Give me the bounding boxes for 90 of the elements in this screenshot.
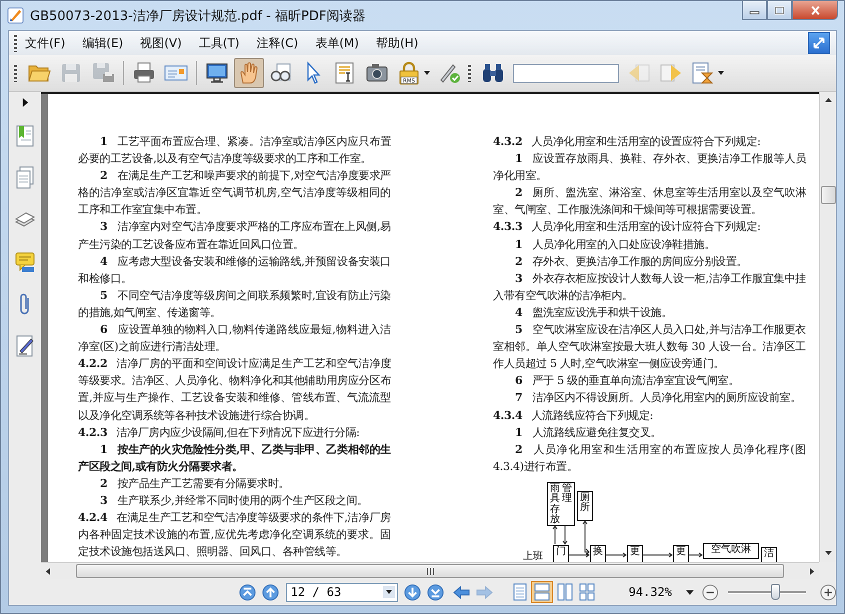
paragraph: 2 厕所、盥洗室、淋浴室、休息室等生活用室以及空气吹淋室、气闸室、工作服洗涤间和干燥间等可根据需要设置。 (493, 185, 806, 218)
paragraph: 5 空气吹淋室应设在洁净区人员入口处,并与洁净工作服更衣室相邻。单人空气吹淋室按最大班人数每 30 人设一台。洁净区工作人员超过 5 人时,空气吹淋室一侧应设旁通门。 (493, 322, 806, 372)
menu-item[interactable]: 表单(M) (313, 34, 361, 52)
paragraph: 4.2.3 洁净厂房内应少设隔间,但在下列情况下应进行分隔: (78, 424, 361, 441)
scroll-right-icon[interactable] (810, 568, 815, 574)
diagram-box: 更 (627, 544, 643, 562)
paragraph: 4.3.2 人员净化用室和生活用室的设置应符合下列规定: (493, 134, 762, 150)
paragraph: 6 严于 5 级的垂直单向流洁净室宜设气闸室。 (514, 373, 740, 390)
last-page-icon (427, 584, 444, 600)
menu-item[interactable]: 文件(F) (23, 34, 68, 52)
paragraph: 1 人员净化用室的入口处应设净鞋措施。 (514, 236, 716, 253)
expand-panel-icon[interactable] (22, 98, 28, 107)
note-icon (14, 250, 36, 274)
paragraph: 7 洁净区内不得设厕所。人员净化用室内的厕所应设前室。 (514, 390, 802, 406)
window-title: GB50073-2013-洁净厂房设计规范.pdf - 福昕PDF阅读器 (30, 8, 366, 24)
menu-item[interactable]: 注释(C) (254, 34, 300, 52)
diagram-box: 厕所 (577, 490, 593, 521)
diagram-box: 门 (553, 544, 569, 562)
scroll-down-icon[interactable] (824, 551, 832, 556)
zoom-in-icon[interactable] (820, 584, 836, 600)
diagram-box: 洁 (761, 546, 777, 562)
caret-icon[interactable] (686, 590, 694, 594)
paragraph: 4 应考虑大型设备安装和维修的运输路线,并预留设备安装口和检修口。 (78, 254, 391, 287)
paragraph: 5 不同空气洁净度等级房间之间联系频繁时,宜设有防止污染的措施,如气闸室、传递窗等。 (78, 288, 391, 321)
paragraph: 1 工艺平面布置应合理、紧凑。洁净室或洁净区内应只布置必要的工艺设备,以及有空气洁净度等级要求的工序和工作室。 (78, 134, 391, 168)
facing-pages-icon (556, 583, 574, 601)
menu-item[interactable]: 视图(V) (138, 34, 184, 52)
first-page-icon (239, 584, 256, 600)
menu-item[interactable]: 编辑(E) (80, 34, 126, 52)
single-page-icon (510, 583, 529, 601)
slider-thumb[interactable] (770, 584, 780, 600)
menu-item[interactable]: 帮助(H) (374, 34, 420, 52)
minimize-button[interactable] (742, 1, 767, 20)
paragraph: 3 生产联系少,并经常不同时使用的两个生产区段之间。 (99, 492, 369, 509)
paragraph: 2 存外衣、更换洁净工作服的房间应分别设置。 (514, 254, 748, 270)
app-logo-icon (7, 7, 24, 24)
bookmark-page-icon (14, 124, 36, 148)
maximize-button[interactable] (767, 1, 792, 20)
right-arrow-icon (476, 584, 493, 600)
left-arrow-icon (452, 584, 470, 600)
continuous-page-icon (533, 583, 552, 601)
diagram-box: 换 (590, 544, 606, 562)
search-field[interactable] (513, 64, 619, 82)
diagram-box: 更 (673, 544, 689, 562)
floppy-disk-printer-icon (91, 61, 115, 85)
grip-icon (426, 568, 434, 574)
scroll-up-icon[interactable] (824, 97, 832, 102)
zoom-level[interactable]: 94.32% (628, 585, 672, 599)
close-button[interactable] (792, 1, 838, 20)
pen-document-icon (14, 334, 36, 358)
paragraph: 3 洁净室内对空气洁净度要求严格的工序应布置在上风侧,易产生污染的工艺设备应布置在靠近回风口位置。 (78, 219, 391, 253)
view-mode-button[interactable] (531, 581, 553, 603)
binoculars-icon (481, 61, 505, 85)
paragraph: 4 盥洗室应设洗手和烘干设施。 (514, 304, 674, 321)
paragraph: 2 在满足生产工艺和噪声要求的前提下,对空气洁净度要求严格的洁净室或洁净区宜靠近空气调节机房,空气洁净度等级相同的工序和工作室宜集中布置。 (78, 168, 391, 218)
paragraph: 1 按生产的火灾危险性分类,甲、乙类与非甲、乙类相邻的生产区段之间,或有防火分隔要求者。 (78, 442, 391, 475)
paragraph: 1 应设置存放雨具、换鞋、存外衣、更换洁净工作服等人员净化用室。 (493, 151, 806, 184)
diagram-label: 上班 (523, 550, 543, 562)
paragraph: 6 应设置单独的物料入口,物料传递路线应最短,物料进入洁净室(区)之前应进行清洁处理。 (78, 322, 391, 356)
scrollbar-thumb[interactable] (76, 564, 784, 578)
paragraph: 3 外衣存衣柜应按设计人数每人设一柜,洁净工作服宜集中挂入带有空气吹淋的洁净柜内。 (493, 270, 806, 304)
hourglass-document-icon (691, 61, 715, 85)
vertical-scrollbar[interactable] (819, 92, 836, 562)
pages-icon (14, 166, 36, 190)
paragraph: 4.3.3 人员净化用室和生活用室的设计应符合下列规定: (493, 219, 762, 236)
caret-icon (718, 71, 724, 75)
diagram-box: 空气吹淋 (703, 542, 759, 559)
monitor-icon (205, 61, 229, 85)
paragraph: 4.2.2 洁净厂房的平面和空间设计应满足生产工艺和空气洁净度等级要求。洁净区、人员净化、物料净化和其他辅助用房应分区布置,并应与生产操作、工艺设备安装和维修、管线布置、气流流型以及净化空调系统等各种技术设施进行综合协调。 (78, 356, 391, 424)
scrollbar-thumb[interactable] (820, 186, 836, 204)
menu-item[interactable]: 工具(T) (196, 34, 242, 52)
grip-handle[interactable] (14, 34, 17, 52)
close-icon (810, 6, 820, 14)
grip-handle[interactable] (468, 64, 471, 82)
paragraph: 2 人员净化用室和生活用室的布置应按人员净化程序(图4.3.4)进行布置。 (493, 442, 806, 475)
printer-icon (132, 61, 156, 85)
zoom-out-icon[interactable] (702, 584, 718, 600)
scroll-left-icon[interactable] (45, 568, 50, 574)
paragraph: 1 人流路线应避免往复交叉。 (514, 424, 662, 441)
grip-handle[interactable] (14, 64, 17, 82)
diagram-box: 雨具存放 管理 (547, 482, 575, 526)
page-number-field[interactable]: 12 / 63 (286, 582, 398, 602)
dropdown-icon[interactable] (382, 586, 395, 598)
paragraph: 4.3.4 人流路线应符合下列规定: (493, 408, 654, 424)
paragraph: 2 按产品生产工艺需要有分隔要求时。 (99, 476, 290, 492)
maximize-icon (774, 6, 785, 14)
fullscreen-button[interactable] (808, 32, 830, 54)
continuous-facing-icon (578, 583, 596, 601)
paragraph: 4.2.4 在满足生产工艺和空气洁净度等级要求的条件下,洁净厂房内各种固定技术设施的布置,应优先考虑净化空调系统的要求。固定技术设施包括送风口、照明器、回风口、各种管线等。 (78, 510, 391, 560)
caret-icon (424, 71, 430, 75)
